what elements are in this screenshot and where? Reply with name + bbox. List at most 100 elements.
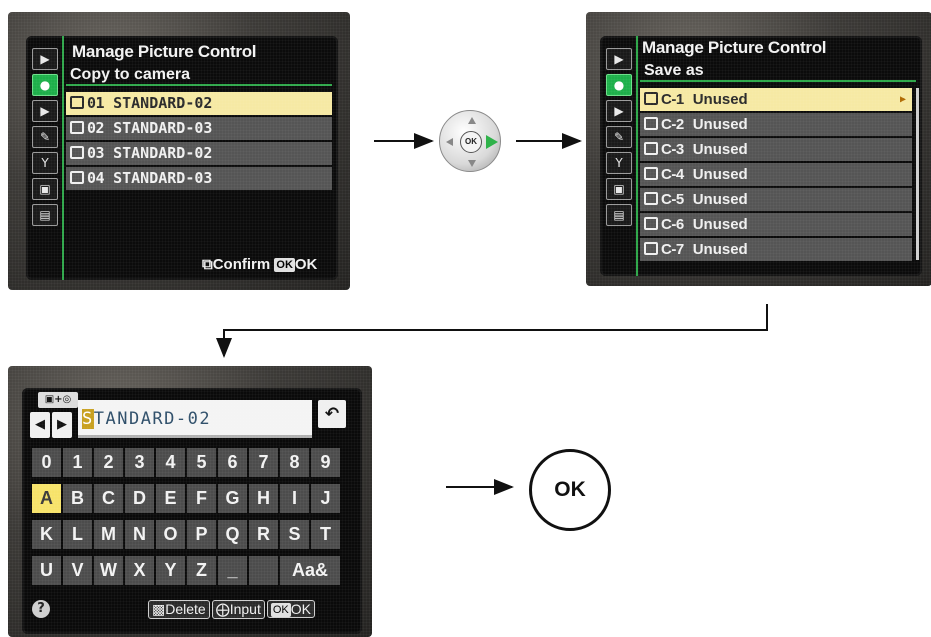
camera-tab-icon[interactable]: ● (606, 74, 632, 96)
key-6[interactable]: 6 (218, 448, 247, 477)
key-e[interactable]: E (156, 484, 185, 513)
wrench-tab-icon[interactable]: Y (606, 152, 632, 174)
scrollbar[interactable] (916, 88, 919, 260)
key-blank[interactable] (249, 556, 278, 585)
key-5[interactable]: 5 (187, 448, 216, 477)
key-a[interactable]: A (32, 484, 61, 513)
key-0[interactable]: 0 (32, 448, 61, 477)
key-u[interactable]: U (32, 556, 61, 585)
key-7[interactable]: 7 (249, 448, 278, 477)
confirm-label: Confirm (212, 256, 271, 273)
picture-control-icon (644, 192, 658, 205)
cursor-right-button[interactable]: ▶ (52, 412, 72, 438)
dial-up-icon (468, 117, 476, 124)
dial-down-icon (468, 160, 476, 167)
memory-card-icon (70, 96, 84, 109)
key-v[interactable]: V (63, 556, 92, 585)
pencil-tab-icon[interactable]: ✎ (32, 126, 58, 148)
playback-tab-icon[interactable]: ▶ (606, 48, 632, 70)
key-p[interactable]: P (187, 520, 216, 549)
list-item[interactable]: C-6 Unused (640, 213, 912, 236)
pencil-tab-icon[interactable]: ✎ (606, 126, 632, 148)
key-r[interactable]: R (249, 520, 278, 549)
key-h[interactable]: H (249, 484, 278, 513)
key-c[interactable]: C (94, 484, 123, 513)
key-l[interactable]: L (63, 520, 92, 549)
key-8[interactable]: 8 (280, 448, 309, 477)
page-title: Manage Picture Control (642, 38, 827, 57)
multi-selector-icon: ⧉ (202, 256, 213, 273)
key-i[interactable]: I (280, 484, 309, 513)
list-item[interactable]: C-3 Unused (640, 138, 912, 161)
key-m[interactable]: M (94, 520, 123, 549)
cursor-left-button[interactable]: ◀ (30, 412, 50, 438)
key-q[interactable]: Q (218, 520, 247, 549)
list-item[interactable]: C-2 Unused (640, 113, 912, 136)
key-s[interactable]: S (280, 520, 309, 549)
list-item[interactable]: 03 STANDARD-02 (66, 142, 332, 165)
multi-selector-dial[interactable]: OK (439, 110, 501, 172)
retouch-tab-icon[interactable]: ▣ (32, 178, 58, 200)
list-item[interactable]: C-4 Unused (640, 163, 912, 186)
ok-button-icon: OK (274, 258, 295, 272)
mymenu-tab-icon[interactable]: ▤ (606, 204, 632, 226)
picture-control-icon (644, 167, 658, 180)
menu-tab-strip: ▶ ● ▶ ✎ Y ▣ ▤ (26, 36, 64, 280)
key-y[interactable]: Y (156, 556, 185, 585)
key-g[interactable]: G (218, 484, 247, 513)
key-z[interactable]: Z (187, 556, 216, 585)
dial-ok-button[interactable]: OK (460, 131, 482, 153)
key-b[interactable]: B (63, 484, 92, 513)
playback-tab-icon[interactable]: ▶ (32, 48, 58, 70)
movie-tab-icon[interactable]: ▶ (606, 100, 632, 122)
list-item[interactable]: C-7 Unused (640, 238, 912, 261)
list-item[interactable]: 01 STANDARD-02 (66, 92, 332, 115)
screen1-footer: ⧉Confirm OK OK (202, 256, 317, 273)
ok-label: OK (294, 256, 318, 273)
memory-card-icon (70, 146, 84, 159)
entry-text: TANDARD-02 (93, 409, 212, 429)
key-j[interactable]: J (311, 484, 340, 513)
input-button[interactable]: ⨁Input (211, 600, 265, 619)
key-4[interactable]: 4 (156, 448, 185, 477)
key-2[interactable]: 2 (94, 448, 123, 477)
key-o[interactable]: O (156, 520, 185, 549)
camera-tab-icon[interactable]: ● (32, 74, 58, 96)
mymenu-tab-icon[interactable]: ▤ (32, 204, 58, 226)
name-entry-field[interactable]: STANDARD-02 (78, 400, 312, 438)
key-3[interactable]: 3 (125, 448, 154, 477)
key-f[interactable]: F (187, 484, 216, 513)
dial-right-icon (486, 135, 498, 149)
key-t[interactable]: T (311, 520, 340, 549)
help-icon[interactable]: ? (32, 600, 50, 618)
delete-button[interactable]: ▩Delete (148, 600, 210, 619)
ok-button-symbol[interactable]: OK (529, 449, 611, 531)
wrench-tab-icon[interactable]: Y (32, 152, 58, 174)
retouch-tab-icon[interactable]: ▣ (606, 178, 632, 200)
key-9[interactable]: 9 (311, 448, 340, 477)
key-x[interactable]: X (125, 556, 154, 585)
symbol-toggle-key[interactable]: Aa& (280, 556, 340, 585)
back-icon[interactable]: ↶ (318, 400, 346, 428)
list-item[interactable]: 02 STANDARD-03 (66, 117, 332, 140)
save-slot-list: C-1 Unused ▶ C-2 Unused C-3 Unused C-4 Un… (640, 88, 912, 263)
key-w[interactable]: W (94, 556, 123, 585)
list-item[interactable]: 04 STANDARD-03 (66, 167, 332, 190)
lcd-screen-3: ▣+◎ ◀ ▶ STANDARD-02 ↶ 0 1 2 3 4 5 6 7 8 … (22, 388, 362, 634)
text-cursor: S (82, 409, 94, 429)
key-underscore[interactable]: _ (218, 556, 247, 585)
list-item[interactable]: C-1 Unused ▶ (640, 88, 912, 111)
key-k[interactable]: K (32, 520, 61, 549)
page-title: Manage Picture Control (72, 42, 257, 61)
movie-tab-icon[interactable]: ▶ (32, 100, 58, 122)
zoom-selector-icon: ▣+◎ (38, 392, 78, 408)
ok-button[interactable]: OK OK (266, 600, 315, 618)
list-item[interactable]: C-5 Unused (640, 188, 912, 211)
key-d[interactable]: D (125, 484, 154, 513)
key-1[interactable]: 1 (63, 448, 92, 477)
dial-left-icon (446, 138, 453, 146)
camera-photo-3: ▣+◎ ◀ ▶ STANDARD-02 ↶ 0 1 2 3 4 5 6 7 8 … (8, 366, 372, 637)
key-n[interactable]: N (125, 520, 154, 549)
picture-control-list: 01 STANDARD-02 02 STANDARD-03 03 STANDAR… (66, 92, 332, 192)
picture-control-icon (644, 92, 658, 105)
